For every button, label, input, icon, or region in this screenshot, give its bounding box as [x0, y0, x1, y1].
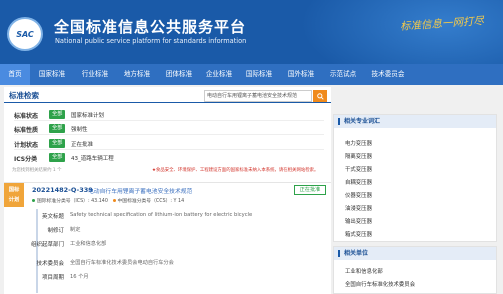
related-units-title: 相关单位: [334, 247, 496, 260]
detail-value: 制定: [70, 227, 81, 233]
filter-label: 标准状态: [14, 113, 39, 120]
notice-warning: ★食品安全、环境保护、工程建设方面的国家标准未纳入本系统，请在相关网站检索。: [152, 168, 319, 173]
related-term[interactable]: 电力变压器: [345, 139, 372, 147]
site-title: 全国标准信息公共服务平台: [54, 18, 247, 36]
main-nav: 首页 国家标准 行业标准 地方标准 团体标准 企业标准 国际标准 国外标准 示范…: [0, 64, 503, 85]
ccs-code: 中国标准分类号（CCS）: Y 14: [117, 199, 185, 204]
nav-item-foreign[interactable]: 国外标准: [280, 64, 322, 85]
search-tab[interactable]: 标准检索: [9, 90, 39, 101]
nav-item-industry[interactable]: 行业标准: [74, 64, 116, 85]
nav-item-enterprise[interactable]: 企业标准: [200, 64, 238, 85]
related-unit[interactable]: 全国自行车标准化技术委员会: [345, 280, 415, 288]
related-term[interactable]: 箱式变压器: [345, 230, 372, 238]
search-bar: 标准检索 电动自行车用锂离子蓄电池安全技术规范: [4, 87, 331, 104]
detail-value: 全国自行车标准化技术委员会电动自行车分会: [70, 260, 174, 266]
detail-key: 组织起草部门: [30, 242, 64, 248]
classification-line: 国际标准分类号（ICS）: 43.140 中国标准分类号（CCS）: Y 14: [32, 197, 184, 204]
ics-code: 国际标准分类号（ICS）: 43.140: [37, 199, 108, 204]
site-subtitle: National public service platform for sta…: [55, 37, 247, 45]
site-header: SAC 全国标准信息公共服务平台 National public service…: [0, 0, 503, 64]
nav-item-international[interactable]: 国际标准: [238, 64, 280, 85]
nav-item-pilot[interactable]: 示范试点: [322, 64, 364, 85]
nav-item-group[interactable]: 团体标准: [158, 64, 200, 85]
nav-item-home[interactable]: 首页: [0, 64, 30, 85]
badge-line: 计划: [8, 197, 20, 203]
nav-item-local[interactable]: 地方标准: [116, 64, 158, 85]
filter-value[interactable]: 国家标准计划: [71, 111, 104, 119]
status-badge: 正在批准: [294, 185, 326, 195]
result-count: 为您找到相关结果约 1 个: [12, 168, 62, 173]
related-term[interactable]: 仪器变压器: [345, 191, 372, 199]
result-code[interactable]: 20221482-Q-339: [32, 186, 93, 194]
dot-icon: [112, 199, 116, 202]
main-panel: 标准检索 电动自行车用锂离子蓄电池安全技术规范 标准状态 全部 国家标准计划 标…: [4, 87, 331, 294]
filter-row: 计划状态 全部 正在批准: [14, 138, 324, 150]
search-input[interactable]: 电动自行车用锂离子蓄电池安全技术规范: [204, 90, 312, 102]
filter-all-tag[interactable]: 全部: [49, 110, 66, 119]
related-term[interactable]: 干式变压器: [345, 165, 372, 173]
filter-all-tag[interactable]: 全部: [49, 139, 66, 148]
filter-all-tag[interactable]: 全部: [49, 153, 66, 162]
detail-key: 英文标题: [41, 214, 64, 220]
divider: [14, 120, 324, 121]
result-item: 国标 计划 20221482-Q-339 电动自行车用锂离子蓄电池安全技术规范 …: [4, 182, 331, 294]
nav-item-national[interactable]: 国家标准: [30, 64, 74, 85]
related-terms-title: 相关专业词汇: [334, 115, 496, 128]
search-button[interactable]: [313, 90, 327, 102]
related-term[interactable]: 输出变压器: [345, 217, 372, 225]
related-terms-card: 相关专业词汇 电力变压器 隔离变压器 干式变压器 自耦变压器 仪器变压器 油浸变…: [333, 114, 497, 242]
filter-value[interactable]: 43_道路车辆工程: [71, 154, 114, 162]
filter-row: 标准状态 全部 国家标准计划: [14, 109, 324, 121]
detail-key: 技术委员会: [36, 261, 64, 267]
related-term[interactable]: 隔离变压器: [345, 152, 372, 160]
result-title[interactable]: 电动自行车用锂离子蓄电池安全技术规范: [88, 186, 192, 195]
filter-row: ICS分类 全部 43_道路车辆工程: [14, 152, 324, 164]
related-term[interactable]: 油浸变压器: [345, 204, 372, 212]
detail-key: 制修订: [47, 228, 64, 234]
divider: [14, 134, 324, 135]
search-icon: [316, 92, 324, 100]
plan-badge: 国标 计划: [4, 183, 24, 207]
filter-label: 标准性质: [14, 127, 39, 134]
related-term[interactable]: 自耦变压器: [345, 178, 372, 186]
site-logo[interactable]: SAC: [7, 17, 43, 51]
filter-label: 计划状态: [14, 142, 39, 149]
filter-label: ICS分类: [14, 156, 38, 163]
related-unit[interactable]: 工业和信息化部: [345, 267, 383, 275]
detail-value: 16 个月: [70, 274, 89, 280]
nav-item-committee[interactable]: 技术委员会: [364, 64, 412, 85]
detail-value: Safety technical specification of lithiu…: [70, 212, 253, 218]
search-divider: [4, 102, 331, 103]
detail-key: 项目周期: [41, 275, 64, 281]
filter-all-tag[interactable]: 全部: [49, 124, 66, 133]
logo-text: SAC: [16, 29, 34, 39]
detail-value: 工业和信息化部: [70, 241, 107, 247]
related-units-card: 相关单位 工业和信息化部 全国自行车标准化技术委员会: [333, 246, 497, 294]
filter-value[interactable]: 正在批准: [71, 140, 93, 148]
filter-value[interactable]: 强制性: [71, 125, 88, 133]
divider: [14, 149, 324, 150]
filter-row: 标准性质 全部 强制性: [14, 123, 324, 135]
dot-icon: [32, 199, 35, 202]
badge-line: 国标: [8, 187, 20, 193]
